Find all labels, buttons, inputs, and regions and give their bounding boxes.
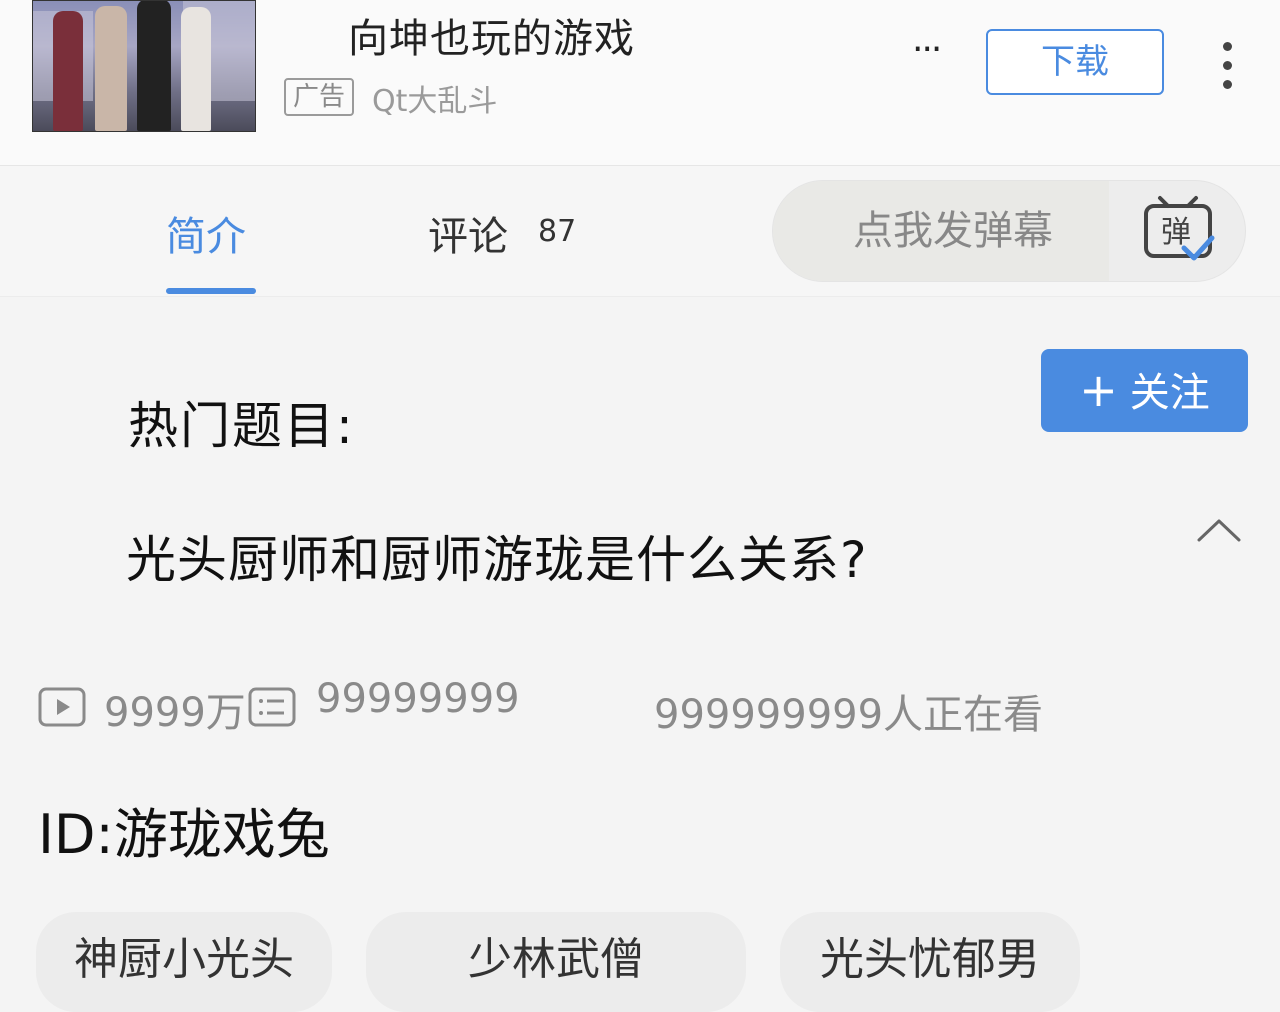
uploader-id: ID:游珑戏兔 xyxy=(38,803,330,866)
chevron-up-icon[interactable] xyxy=(1196,516,1242,546)
live-viewers: 999999999人正在看 xyxy=(654,692,1044,738)
play-count-icon xyxy=(38,687,86,727)
danmaku-count-icon xyxy=(248,687,296,727)
ad-thumbnail-image[interactable] xyxy=(32,0,256,132)
ad-banner[interactable]: 向坤也玩的游戏 广告 Qt大乱斗 ... 下载 xyxy=(0,0,1280,166)
tag-chip[interactable]: 少林武僧 xyxy=(366,912,746,1012)
plus-icon: + xyxy=(1079,363,1118,417)
tab-comments[interactable]: 评论 xyxy=(428,204,508,262)
video-stats: 9999万 99999999 999999999人正在看 xyxy=(0,676,1280,740)
svg-text:弹: 弹 xyxy=(1161,215,1191,250)
ad-title[interactable]: 向坤也玩的游戏 xyxy=(348,6,635,64)
danmaku-toggle-icon[interactable]: 弹 xyxy=(1140,194,1216,264)
danmaku-input[interactable]: 点我发弹幕 xyxy=(773,181,1109,281)
tag-chip[interactable]: 神厨小光头 xyxy=(36,912,332,1012)
active-tab-indicator xyxy=(166,288,256,294)
ellipsis-icon[interactable]: ... xyxy=(912,20,942,60)
tab-intro[interactable]: 简介 xyxy=(166,204,246,262)
tag-chip[interactable]: 光头忧郁男 xyxy=(780,912,1080,1012)
follow-label: 关注 xyxy=(1129,370,1210,416)
comments-count: 87 xyxy=(538,214,577,249)
video-title: 光头厨师和厨师游珑是什么关系? xyxy=(126,531,868,589)
tab-bar: 简介 评论 87 点我发弹幕 xyxy=(0,166,1280,297)
tag-list: 神厨小光头 少林武僧 光头忧郁男 xyxy=(0,912,1280,1012)
kebab-menu-icon[interactable] xyxy=(1220,42,1234,90)
follow-button[interactable]: + 关注 xyxy=(1041,349,1248,432)
ad-badge: 广告 xyxy=(284,78,354,116)
hot-topic-label: 热门题目: xyxy=(128,397,355,455)
ad-brand-name[interactable]: Qt大乱斗 xyxy=(372,76,497,120)
download-button[interactable]: 下载 xyxy=(986,29,1164,95)
danmaku-count: 99999999 xyxy=(316,676,520,722)
view-count: 9999万 xyxy=(104,690,246,736)
